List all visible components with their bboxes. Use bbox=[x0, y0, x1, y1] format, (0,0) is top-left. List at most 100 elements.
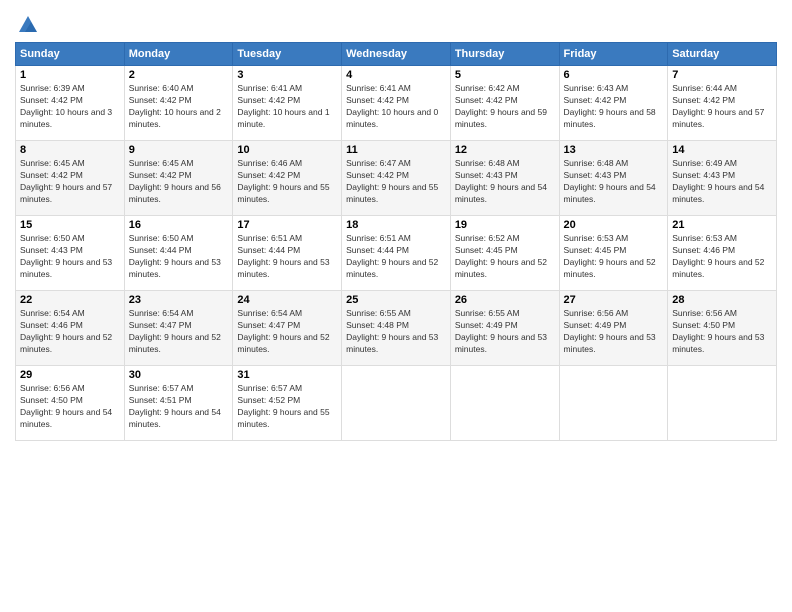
calendar-cell: 22 Sunrise: 6:54 AM Sunset: 4:46 PM Dayl… bbox=[16, 291, 125, 366]
calendar-week-row: 1 Sunrise: 6:39 AM Sunset: 4:42 PM Dayli… bbox=[16, 66, 777, 141]
calendar-cell: 29 Sunrise: 6:56 AM Sunset: 4:50 PM Dayl… bbox=[16, 366, 125, 441]
calendar-cell: 30 Sunrise: 6:57 AM Sunset: 4:51 PM Dayl… bbox=[124, 366, 233, 441]
calendar-week-row: 22 Sunrise: 6:54 AM Sunset: 4:46 PM Dayl… bbox=[16, 291, 777, 366]
calendar-cell: 7 Sunrise: 6:44 AM Sunset: 4:42 PM Dayli… bbox=[668, 66, 777, 141]
day-number: 15 bbox=[20, 219, 120, 231]
day-number: 21 bbox=[672, 219, 772, 231]
day-info: Sunrise: 6:56 AM Sunset: 4:49 PM Dayligh… bbox=[564, 308, 664, 356]
day-number: 31 bbox=[237, 369, 337, 381]
day-info: Sunrise: 6:40 AM Sunset: 4:42 PM Dayligh… bbox=[129, 83, 229, 131]
day-number: 30 bbox=[129, 369, 229, 381]
day-info: Sunrise: 6:44 AM Sunset: 4:42 PM Dayligh… bbox=[672, 83, 772, 131]
day-number: 28 bbox=[672, 294, 772, 306]
day-info: Sunrise: 6:51 AM Sunset: 4:44 PM Dayligh… bbox=[237, 233, 337, 281]
day-info: Sunrise: 6:41 AM Sunset: 4:42 PM Dayligh… bbox=[346, 83, 446, 131]
day-info: Sunrise: 6:54 AM Sunset: 4:46 PM Dayligh… bbox=[20, 308, 120, 356]
calendar-week-row: 15 Sunrise: 6:50 AM Sunset: 4:43 PM Dayl… bbox=[16, 216, 777, 291]
calendar-cell: 23 Sunrise: 6:54 AM Sunset: 4:47 PM Dayl… bbox=[124, 291, 233, 366]
calendar-cell: 10 Sunrise: 6:46 AM Sunset: 4:42 PM Dayl… bbox=[233, 141, 342, 216]
calendar-cell: 17 Sunrise: 6:51 AM Sunset: 4:44 PM Dayl… bbox=[233, 216, 342, 291]
day-number: 1 bbox=[20, 69, 120, 81]
day-info: Sunrise: 6:45 AM Sunset: 4:42 PM Dayligh… bbox=[20, 158, 120, 206]
calendar-cell: 31 Sunrise: 6:57 AM Sunset: 4:52 PM Dayl… bbox=[233, 366, 342, 441]
day-number: 23 bbox=[129, 294, 229, 306]
logo bbox=[15, 14, 39, 34]
empty-cell bbox=[450, 366, 559, 441]
day-info: Sunrise: 6:54 AM Sunset: 4:47 PM Dayligh… bbox=[237, 308, 337, 356]
day-number: 4 bbox=[346, 69, 446, 81]
day-number: 26 bbox=[455, 294, 555, 306]
weekday-header: Friday bbox=[559, 43, 668, 66]
calendar-cell: 18 Sunrise: 6:51 AM Sunset: 4:44 PM Dayl… bbox=[342, 216, 451, 291]
calendar-cell: 21 Sunrise: 6:53 AM Sunset: 4:46 PM Dayl… bbox=[668, 216, 777, 291]
calendar-cell: 24 Sunrise: 6:54 AM Sunset: 4:47 PM Dayl… bbox=[233, 291, 342, 366]
calendar-cell: 28 Sunrise: 6:56 AM Sunset: 4:50 PM Dayl… bbox=[668, 291, 777, 366]
day-info: Sunrise: 6:55 AM Sunset: 4:49 PM Dayligh… bbox=[455, 308, 555, 356]
calendar-cell: 16 Sunrise: 6:50 AM Sunset: 4:44 PM Dayl… bbox=[124, 216, 233, 291]
day-number: 10 bbox=[237, 144, 337, 156]
day-info: Sunrise: 6:55 AM Sunset: 4:48 PM Dayligh… bbox=[346, 308, 446, 356]
day-info: Sunrise: 6:51 AM Sunset: 4:44 PM Dayligh… bbox=[346, 233, 446, 281]
day-number: 7 bbox=[672, 69, 772, 81]
day-info: Sunrise: 6:50 AM Sunset: 4:44 PM Dayligh… bbox=[129, 233, 229, 281]
day-number: 3 bbox=[237, 69, 337, 81]
day-info: Sunrise: 6:57 AM Sunset: 4:51 PM Dayligh… bbox=[129, 383, 229, 431]
day-number: 20 bbox=[564, 219, 664, 231]
calendar-cell: 3 Sunrise: 6:41 AM Sunset: 4:42 PM Dayli… bbox=[233, 66, 342, 141]
day-info: Sunrise: 6:47 AM Sunset: 4:42 PM Dayligh… bbox=[346, 158, 446, 206]
day-number: 16 bbox=[129, 219, 229, 231]
day-info: Sunrise: 6:53 AM Sunset: 4:46 PM Dayligh… bbox=[672, 233, 772, 281]
day-number: 24 bbox=[237, 294, 337, 306]
calendar-cell: 4 Sunrise: 6:41 AM Sunset: 4:42 PM Dayli… bbox=[342, 66, 451, 141]
calendar-week-row: 8 Sunrise: 6:45 AM Sunset: 4:42 PM Dayli… bbox=[16, 141, 777, 216]
calendar-cell: 2 Sunrise: 6:40 AM Sunset: 4:42 PM Dayli… bbox=[124, 66, 233, 141]
day-number: 27 bbox=[564, 294, 664, 306]
weekday-header-row: SundayMondayTuesdayWednesdayThursdayFrid… bbox=[16, 43, 777, 66]
day-number: 5 bbox=[455, 69, 555, 81]
day-info: Sunrise: 6:45 AM Sunset: 4:42 PM Dayligh… bbox=[129, 158, 229, 206]
calendar-cell: 26 Sunrise: 6:55 AM Sunset: 4:49 PM Dayl… bbox=[450, 291, 559, 366]
day-number: 9 bbox=[129, 144, 229, 156]
page: SundayMondayTuesdayWednesdayThursdayFrid… bbox=[0, 0, 792, 612]
day-info: Sunrise: 6:48 AM Sunset: 4:43 PM Dayligh… bbox=[564, 158, 664, 206]
calendar-table: SundayMondayTuesdayWednesdayThursdayFrid… bbox=[15, 42, 777, 441]
day-number: 14 bbox=[672, 144, 772, 156]
weekday-header: Tuesday bbox=[233, 43, 342, 66]
day-number: 22 bbox=[20, 294, 120, 306]
empty-cell bbox=[668, 366, 777, 441]
calendar-cell: 27 Sunrise: 6:56 AM Sunset: 4:49 PM Dayl… bbox=[559, 291, 668, 366]
calendar-cell: 13 Sunrise: 6:48 AM Sunset: 4:43 PM Dayl… bbox=[559, 141, 668, 216]
day-number: 12 bbox=[455, 144, 555, 156]
day-info: Sunrise: 6:56 AM Sunset: 4:50 PM Dayligh… bbox=[672, 308, 772, 356]
calendar-cell: 8 Sunrise: 6:45 AM Sunset: 4:42 PM Dayli… bbox=[16, 141, 125, 216]
day-number: 11 bbox=[346, 144, 446, 156]
day-info: Sunrise: 6:41 AM Sunset: 4:42 PM Dayligh… bbox=[237, 83, 337, 131]
calendar-week-row: 29 Sunrise: 6:56 AM Sunset: 4:50 PM Dayl… bbox=[16, 366, 777, 441]
day-info: Sunrise: 6:50 AM Sunset: 4:43 PM Dayligh… bbox=[20, 233, 120, 281]
day-info: Sunrise: 6:57 AM Sunset: 4:52 PM Dayligh… bbox=[237, 383, 337, 431]
day-number: 17 bbox=[237, 219, 337, 231]
day-info: Sunrise: 6:54 AM Sunset: 4:47 PM Dayligh… bbox=[129, 308, 229, 356]
day-number: 13 bbox=[564, 144, 664, 156]
header bbox=[15, 10, 777, 34]
day-number: 19 bbox=[455, 219, 555, 231]
empty-cell bbox=[342, 366, 451, 441]
calendar-cell: 19 Sunrise: 6:52 AM Sunset: 4:45 PM Dayl… bbox=[450, 216, 559, 291]
day-number: 2 bbox=[129, 69, 229, 81]
day-info: Sunrise: 6:48 AM Sunset: 4:43 PM Dayligh… bbox=[455, 158, 555, 206]
empty-cell bbox=[559, 366, 668, 441]
calendar-cell: 15 Sunrise: 6:50 AM Sunset: 4:43 PM Dayl… bbox=[16, 216, 125, 291]
day-info: Sunrise: 6:42 AM Sunset: 4:42 PM Dayligh… bbox=[455, 83, 555, 131]
calendar-cell: 11 Sunrise: 6:47 AM Sunset: 4:42 PM Dayl… bbox=[342, 141, 451, 216]
day-info: Sunrise: 6:49 AM Sunset: 4:43 PM Dayligh… bbox=[672, 158, 772, 206]
calendar-cell: 12 Sunrise: 6:48 AM Sunset: 4:43 PM Dayl… bbox=[450, 141, 559, 216]
day-info: Sunrise: 6:39 AM Sunset: 4:42 PM Dayligh… bbox=[20, 83, 120, 131]
day-number: 29 bbox=[20, 369, 120, 381]
weekday-header: Thursday bbox=[450, 43, 559, 66]
day-info: Sunrise: 6:43 AM Sunset: 4:42 PM Dayligh… bbox=[564, 83, 664, 131]
calendar-cell: 1 Sunrise: 6:39 AM Sunset: 4:42 PM Dayli… bbox=[16, 66, 125, 141]
weekday-header: Monday bbox=[124, 43, 233, 66]
calendar-cell: 14 Sunrise: 6:49 AM Sunset: 4:43 PM Dayl… bbox=[668, 141, 777, 216]
calendar-cell: 9 Sunrise: 6:45 AM Sunset: 4:42 PM Dayli… bbox=[124, 141, 233, 216]
logo-icon bbox=[17, 14, 39, 36]
